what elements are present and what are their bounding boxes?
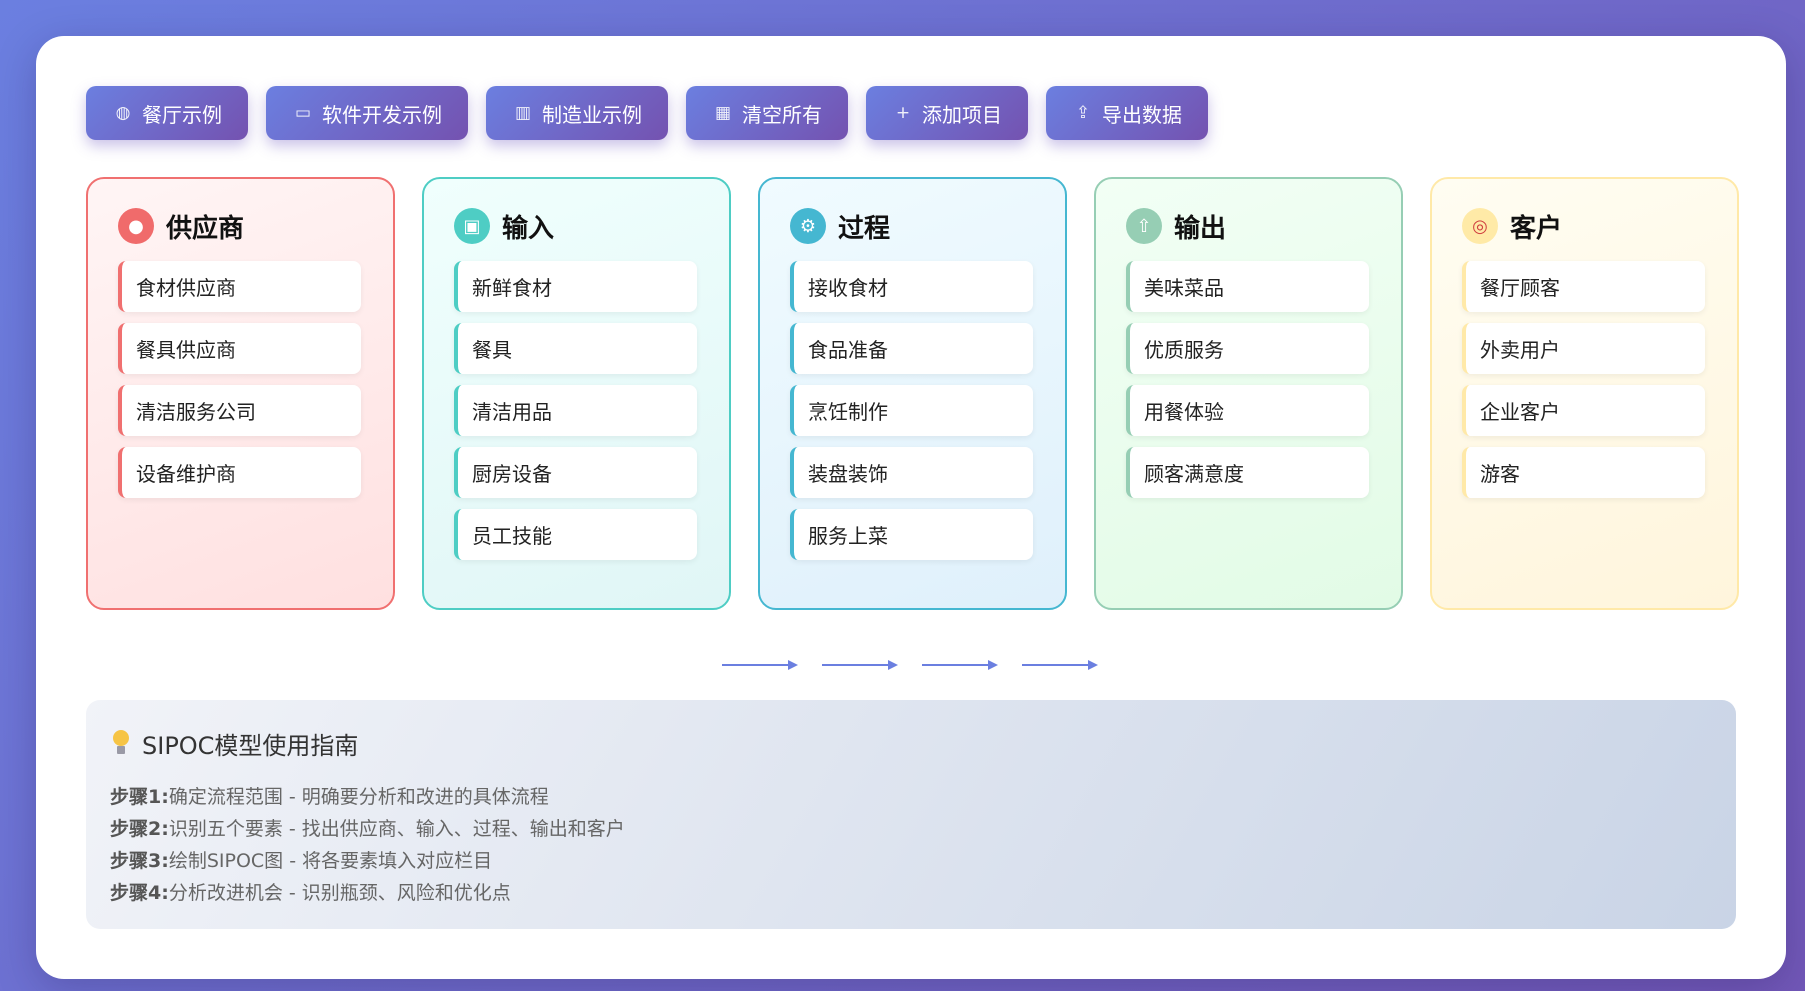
column-header: ◎ 客户: [1462, 207, 1707, 245]
step-label: 步骤4:: [110, 882, 169, 904]
customers-column: ◎ 客户 餐厅顾客 外卖用户 企业客户 游客: [1430, 177, 1739, 610]
plate-icon: ◍: [115, 103, 131, 123]
usage-guide: SIPOC模型使用指南 步骤1:确定流程范围 - 明确要分析和改进的具体流程 步…: [86, 700, 1736, 929]
list-item[interactable]: 厨房设备: [454, 447, 697, 498]
flow-arrows: [722, 660, 1098, 670]
list-item[interactable]: 外卖用户: [1462, 323, 1705, 374]
column-header: ⚙ 过程: [790, 207, 1035, 245]
button-label: 清空所有: [742, 102, 822, 127]
export-data-button[interactable]: ⇪ 导出数据: [1046, 86, 1208, 140]
column-header: ● 供应商: [118, 207, 363, 245]
laptop-icon: ▭: [294, 103, 312, 123]
column-title: 客户: [1510, 213, 1563, 244]
toolbar: ◍ 餐厅示例 ▭ 软件开发示例 ▥ 制造业示例 ▦ 清空所有 + 添加项目 ⇪ …: [86, 86, 1208, 140]
guide-header: SIPOC模型使用指南: [110, 726, 1712, 761]
factory-icon: ▥: [514, 103, 532, 123]
step-text: 识别五个要素 - 找出供应商、输入、过程、输出和客户: [168, 818, 625, 840]
guide-step: 步骤4:分析改进机会 - 识别瓶颈、风险和优化点: [110, 877, 1712, 909]
list-item[interactable]: 顾客满意度: [1126, 447, 1369, 498]
list-item[interactable]: 餐厅顾客: [1462, 261, 1705, 312]
arrow-icon: [922, 660, 998, 670]
step-text: 确定流程范围 - 明确要分析和改进的具体流程: [168, 786, 549, 808]
guide-step: 步骤1:确定流程范围 - 明确要分析和改进的具体流程: [110, 781, 1712, 813]
column-header: ⇧ 输出: [1126, 207, 1371, 245]
clear-all-button[interactable]: ▦ 清空所有: [686, 86, 848, 140]
arrow-icon: [722, 660, 798, 670]
list-item[interactable]: 食材供应商: [118, 261, 361, 312]
list-item[interactable]: 美味菜品: [1126, 261, 1369, 312]
step-label: 步骤1:: [110, 786, 169, 808]
button-label: 添加项目: [922, 102, 1002, 127]
list-item[interactable]: 装盘装饰: [790, 447, 1033, 498]
trash-icon: ▦: [714, 103, 732, 123]
guide-step: 步骤2:识别五个要素 - 找出供应商、输入、过程、输出和客户: [110, 813, 1712, 845]
box-icon: ▣: [454, 208, 490, 244]
list-item[interactable]: 服务上菜: [790, 509, 1033, 560]
list-item[interactable]: 接收食材: [790, 261, 1033, 312]
guide-title: SIPOC模型使用指南: [142, 732, 359, 760]
process-column: ⚙ 过程 接收食材 食品准备 烹饪制作 装盘装饰 服务上菜: [758, 177, 1067, 610]
main-card: ◍ 餐厅示例 ▭ 软件开发示例 ▥ 制造业示例 ▦ 清空所有 + 添加项目 ⇪ …: [36, 36, 1786, 979]
list-item[interactable]: 企业客户: [1462, 385, 1705, 436]
button-label: 软件开发示例: [322, 102, 442, 127]
list-item[interactable]: 餐具供应商: [118, 323, 361, 374]
column-header: ▣ 输入: [454, 207, 699, 245]
button-label: 导出数据: [1102, 102, 1182, 127]
step-label: 步骤2:: [110, 818, 169, 840]
list-item[interactable]: 食品准备: [790, 323, 1033, 374]
people-icon: ●: [118, 208, 154, 244]
button-label: 餐厅示例: [142, 102, 222, 127]
list-item[interactable]: 烹饪制作: [790, 385, 1033, 436]
list-item[interactable]: 用餐体验: [1126, 385, 1369, 436]
add-item-button[interactable]: + 添加项目: [866, 86, 1028, 140]
arrow-icon: [822, 660, 898, 670]
column-title: 过程: [838, 213, 891, 244]
column-title: 供应商: [166, 213, 245, 244]
button-label: 制造业示例: [542, 102, 642, 127]
column-title: 输入: [502, 213, 555, 244]
list-item[interactable]: 游客: [1462, 447, 1705, 498]
arrow-icon: [1022, 660, 1098, 670]
outputs-column: ⇧ 输出 美味菜品 优质服务 用餐体验 顾客满意度: [1094, 177, 1403, 610]
software-example-button[interactable]: ▭ 软件开发示例: [266, 86, 468, 140]
list-item[interactable]: 清洁服务公司: [118, 385, 361, 436]
list-item[interactable]: 设备维护商: [118, 447, 361, 498]
export-icon: ⇪: [1075, 103, 1091, 123]
column-title: 输出: [1174, 213, 1227, 244]
list-item[interactable]: 员工技能: [454, 509, 697, 560]
list-item[interactable]: 清洁用品: [454, 385, 697, 436]
restaurant-example-button[interactable]: ◍ 餐厅示例: [86, 86, 248, 140]
list-item[interactable]: 新鲜食材: [454, 261, 697, 312]
sipoc-columns: ● 供应商 食材供应商 餐具供应商 清洁服务公司 设备维护商 ▣ 输入 新鲜食材…: [86, 177, 1739, 610]
list-item[interactable]: 优质服务: [1126, 323, 1369, 374]
step-label: 步骤3:: [110, 850, 169, 872]
step-text: 绘制SIPOC图 - 将各要素填入对应栏目: [168, 850, 493, 872]
plus-icon: +: [895, 103, 911, 123]
lightbulb-icon: [110, 729, 132, 758]
guide-step: 步骤3:绘制SIPOC图 - 将各要素填入对应栏目: [110, 845, 1712, 877]
target-icon: ◎: [1462, 208, 1498, 244]
outbox-icon: ⇧: [1126, 208, 1162, 244]
suppliers-column: ● 供应商 食材供应商 餐具供应商 清洁服务公司 设备维护商: [86, 177, 395, 610]
list-item[interactable]: 餐具: [454, 323, 697, 374]
inputs-column: ▣ 输入 新鲜食材 餐具 清洁用品 厨房设备 员工技能: [422, 177, 731, 610]
gear-icon: ⚙: [790, 208, 826, 244]
manufacturing-example-button[interactable]: ▥ 制造业示例: [486, 86, 668, 140]
step-text: 分析改进机会 - 识别瓶颈、风险和优化点: [168, 882, 511, 904]
